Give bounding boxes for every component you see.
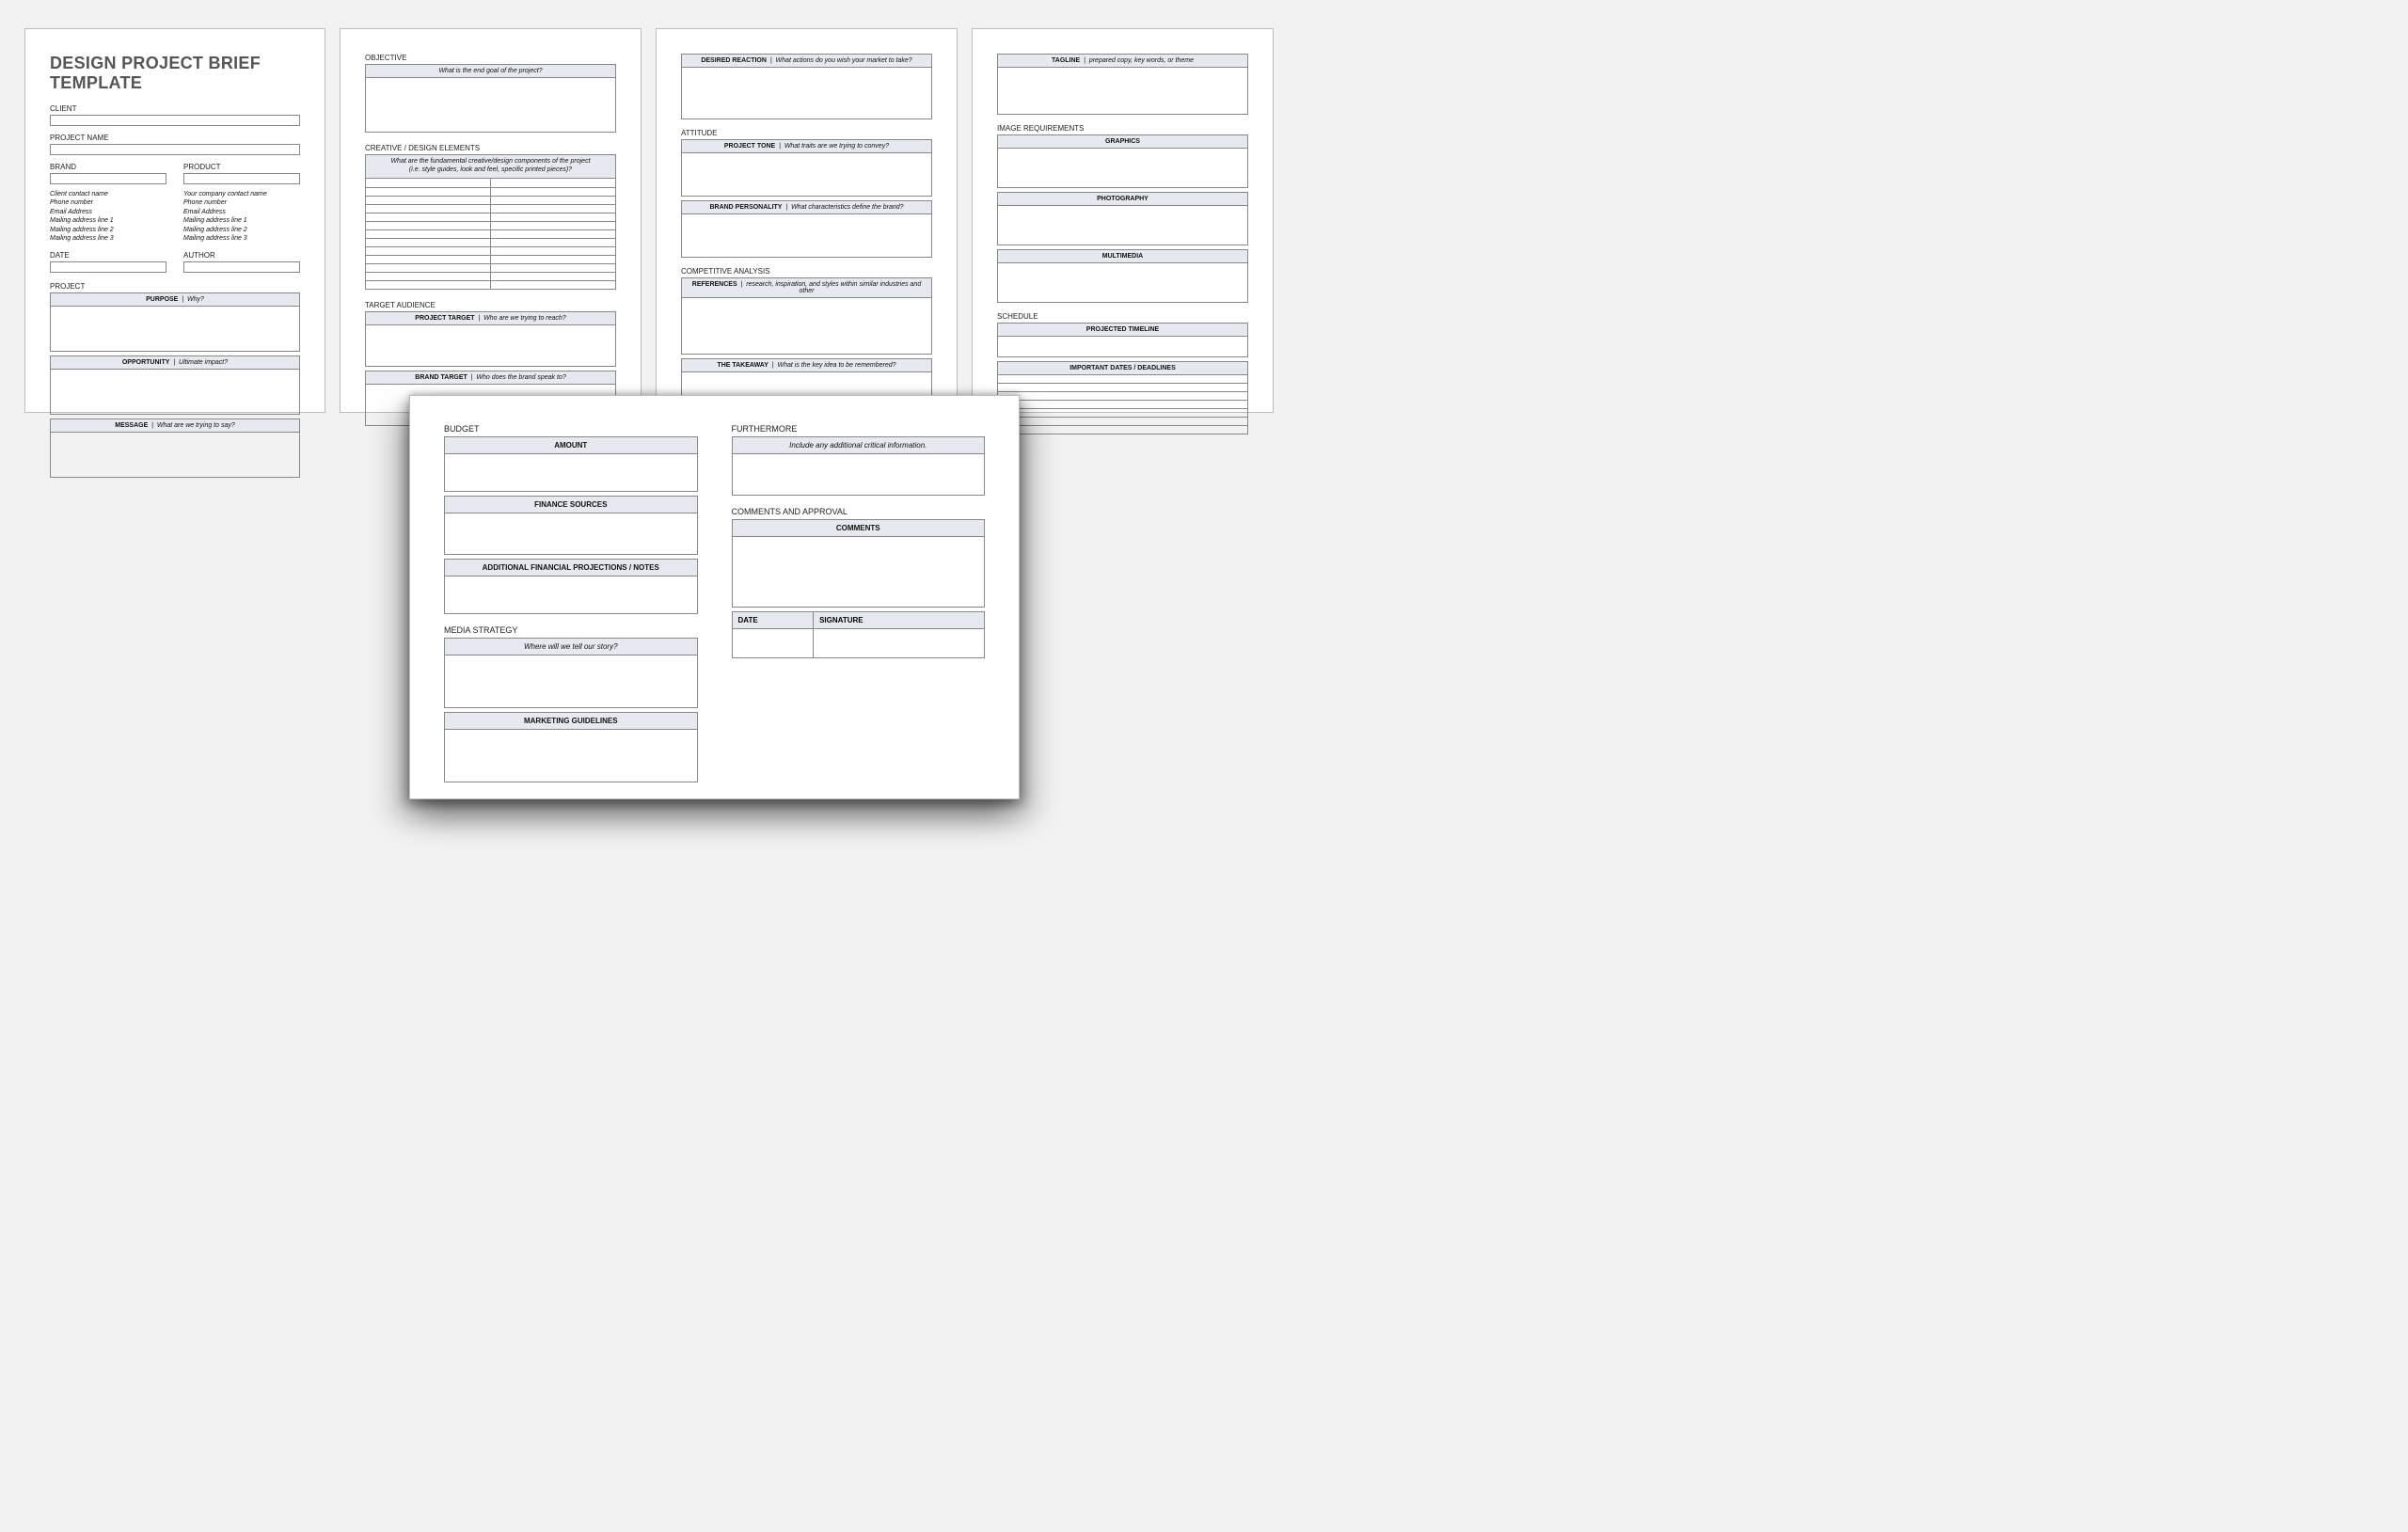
bar-marketing-guidelines: MARKETING GUIDELINES — [444, 712, 698, 730]
bar-comments: COMMENTS — [732, 519, 986, 537]
company-contact-block: Your company contact name Phone number E… — [183, 190, 300, 244]
input-author[interactable] — [183, 261, 300, 273]
label-budget: BUDGET — [444, 424, 698, 434]
box-photography[interactable] — [997, 206, 1248, 245]
label-project: PROJECT — [50, 282, 300, 291]
label-author: AUTHOR — [183, 251, 300, 260]
box-desired-reaction[interactable] — [681, 68, 932, 119]
box-additional-financial[interactable] — [444, 576, 698, 614]
bar-references: REFERENCES | research, inspiration, and … — [681, 277, 932, 298]
box-brand-personality[interactable] — [681, 214, 932, 258]
box-multimedia[interactable] — [997, 263, 1248, 303]
bar-amount: AMOUNT — [444, 436, 698, 454]
template-page-4: TAGLINE | prepared copy, key words, or t… — [972, 28, 1274, 413]
box-marketing-guidelines[interactable] — [444, 730, 698, 782]
bar-purpose: PURPOSE | Why? — [50, 292, 300, 307]
label-signature: SIGNATURE — [814, 612, 984, 629]
box-opportunity[interactable] — [50, 370, 300, 415]
label-schedule: SCHEDULE — [997, 312, 1248, 321]
label-project-name: PROJECT NAME — [50, 134, 300, 142]
template-page-2: OBJECTIVE What is the end goal of the pr… — [340, 28, 642, 413]
box-amount[interactable] — [444, 454, 698, 492]
template-page-3: DESIRED REACTION | What actions do you w… — [656, 28, 958, 413]
client-contact-block: Client contact name Phone number Email A… — [50, 190, 166, 244]
box-media-strategy[interactable] — [444, 655, 698, 708]
label-furthermore: FURTHERMORE — [732, 424, 986, 434]
template-page-5: BUDGET AMOUNT FINANCE SOURCES ADDITIONAL… — [409, 395, 1020, 799]
box-graphics[interactable] — [997, 149, 1248, 188]
box-project-tone[interactable] — [681, 153, 932, 197]
input-signature[interactable] — [814, 629, 984, 657]
label-date: DATE — [50, 251, 166, 260]
label-attitude: ATTITUDE — [681, 129, 932, 137]
box-purpose[interactable] — [50, 307, 300, 352]
template-title: DESIGN PROJECT BRIEF TEMPLATE — [50, 54, 300, 93]
label-target-audience: TARGET AUDIENCE — [365, 301, 616, 309]
bar-creative: What are the fundamental creative/design… — [365, 154, 616, 179]
box-project-target[interactable] — [365, 325, 616, 367]
bar-media-strategy: Where will we tell our story? — [444, 638, 698, 655]
input-product[interactable] — [183, 173, 300, 184]
template-page-1: DESIGN PROJECT BRIEF TEMPLATE CLIENT PRO… — [24, 28, 325, 413]
signoff-table: DATE SIGNATURE — [732, 611, 986, 658]
box-furthermore[interactable] — [732, 454, 986, 496]
bar-project-tone: PROJECT TONE | What traits are we trying… — [681, 139, 932, 153]
box-objective[interactable] — [365, 78, 616, 133]
bar-furthermore: Include any additional critical informat… — [732, 436, 986, 454]
bar-tagline: TAGLINE | prepared copy, key words, or t… — [997, 54, 1248, 68]
input-project-name[interactable] — [50, 144, 300, 155]
label-creative: CREATIVE / DESIGN ELEMENTS — [365, 144, 616, 152]
label-objective: OBJECTIVE — [365, 54, 616, 62]
input-signoff-date[interactable] — [733, 629, 814, 657]
bar-takeaway: THE TAKEAWAY | What is the key idea to b… — [681, 358, 932, 372]
bar-opportunity: OPPORTUNITY | Ultimate impact? — [50, 355, 300, 370]
label-competitive: COMPETITIVE ANALYSIS — [681, 267, 932, 276]
box-message[interactable] — [50, 433, 300, 478]
label-image-req: IMAGE REQUIREMENTS — [997, 124, 1248, 133]
box-comments[interactable] — [732, 537, 986, 608]
box-important-dates[interactable] — [997, 375, 1248, 434]
label-media-strategy: MEDIA STRATEGY — [444, 625, 698, 635]
label-signoff-date: DATE — [733, 612, 814, 629]
input-brand[interactable] — [50, 173, 166, 184]
input-client[interactable] — [50, 115, 300, 126]
bar-important-dates: IMPORTANT DATES / DEADLINES — [997, 361, 1248, 375]
bar-brand-personality: BRAND PERSONALITY | What characteristics… — [681, 200, 932, 214]
bar-graphics: GRAPHICS — [997, 134, 1248, 149]
label-comments-approval: COMMENTS AND APPROVAL — [732, 507, 986, 516]
label-product: PRODUCT — [183, 163, 300, 171]
box-finance-sources[interactable] — [444, 513, 698, 555]
label-brand: BRAND — [50, 163, 166, 171]
bar-multimedia: MULTIMEDIA — [997, 249, 1248, 263]
label-client: CLIENT — [50, 104, 300, 113]
bar-project-target: PROJECT TARGET | Who are we trying to re… — [365, 311, 616, 325]
bar-desired-reaction: DESIRED REACTION | What actions do you w… — [681, 54, 932, 68]
box-tagline[interactable] — [997, 68, 1248, 115]
input-date[interactable] — [50, 261, 166, 273]
bar-brand-target: BRAND TARGET | Who does the brand speak … — [365, 371, 616, 385]
box-projected-timeline[interactable] — [997, 337, 1248, 357]
bar-additional-financial: ADDITIONAL FINANCIAL PROJECTIONS / NOTES — [444, 559, 698, 576]
box-references[interactable] — [681, 298, 932, 355]
bar-photography: PHOTOGRAPHY — [997, 192, 1248, 206]
bar-objective: What is the end goal of the project? — [365, 64, 616, 78]
bar-message: MESSAGE | What are we trying to say? — [50, 419, 300, 433]
bar-projected-timeline: PROJECTED TIMELINE — [997, 323, 1248, 337]
creative-grid[interactable] — [365, 179, 616, 290]
bar-finance-sources: FINANCE SOURCES — [444, 496, 698, 513]
